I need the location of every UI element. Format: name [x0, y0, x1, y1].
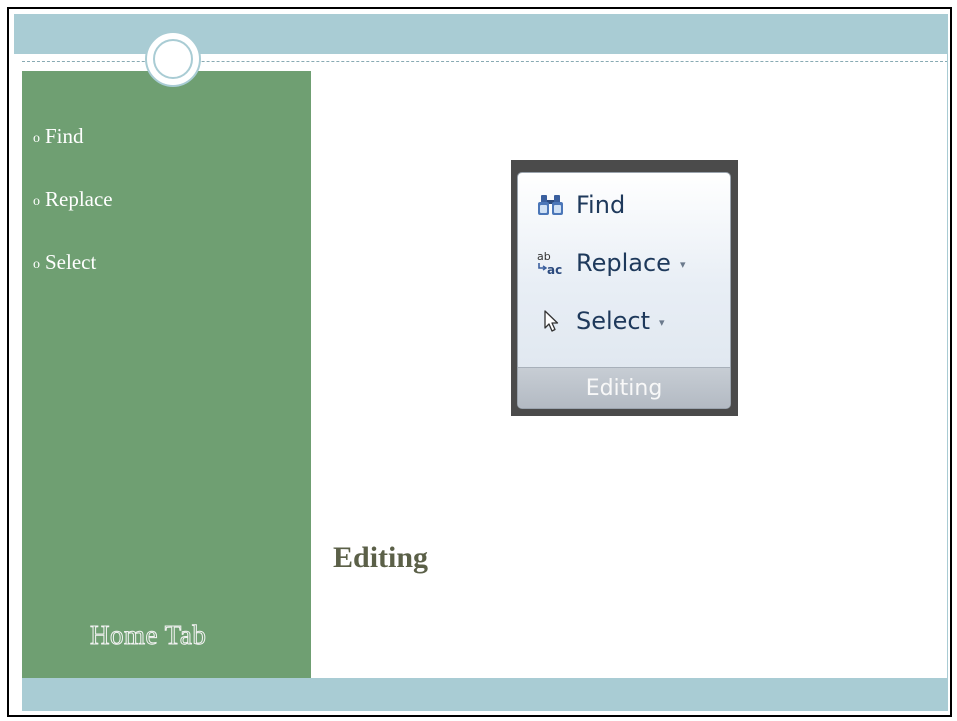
bullet-item-select: o Select — [33, 250, 113, 313]
bullet-label: Select — [45, 250, 97, 274]
replace-button-label: Replace — [576, 249, 671, 277]
ribbon-screenshot: Find ab ac Replace ▾ Select ▾ Editing — [511, 160, 738, 416]
bullet-marker: o — [33, 257, 40, 272]
decorative-circle-inner — [153, 39, 193, 79]
decorative-circle — [145, 31, 201, 87]
bottom-accent-band — [22, 678, 948, 711]
slide-title: Editing — [333, 541, 429, 574]
replace-button[interactable]: ab ac Replace ▾ — [536, 249, 685, 277]
bullet-label: Find — [45, 124, 84, 148]
bullet-label: Replace — [45, 187, 113, 211]
editing-group-label: Editing — [518, 367, 730, 408]
replace-icon: ab ac — [536, 249, 566, 277]
bullet-marker: o — [33, 131, 40, 146]
svg-text:ab: ab — [537, 250, 551, 263]
home-tab-label: Home Tab — [89, 620, 207, 651]
right-accent-line — [947, 54, 948, 678]
bullet-item-find: o Find — [33, 124, 113, 187]
binoculars-icon — [536, 191, 566, 219]
editing-group-panel: Find ab ac Replace ▾ Select ▾ Editing — [517, 172, 731, 409]
sidebar-panel: o Find o Replace o Select Home Tab — [22, 71, 311, 678]
bullet-list: o Find o Replace o Select — [33, 124, 113, 313]
bullet-marker: o — [33, 194, 40, 209]
chevron-down-icon[interactable]: ▾ — [659, 316, 665, 329]
bullet-item-replace: o Replace — [33, 187, 113, 250]
select-button-label: Select — [576, 307, 651, 335]
find-button-label: Find — [576, 191, 626, 219]
find-button[interactable]: Find — [536, 191, 625, 219]
cursor-arrow-icon — [536, 307, 566, 335]
select-button[interactable]: Select ▾ — [536, 307, 665, 335]
chevron-down-icon[interactable]: ▾ — [680, 258, 686, 271]
svg-text:ac: ac — [547, 263, 562, 277]
